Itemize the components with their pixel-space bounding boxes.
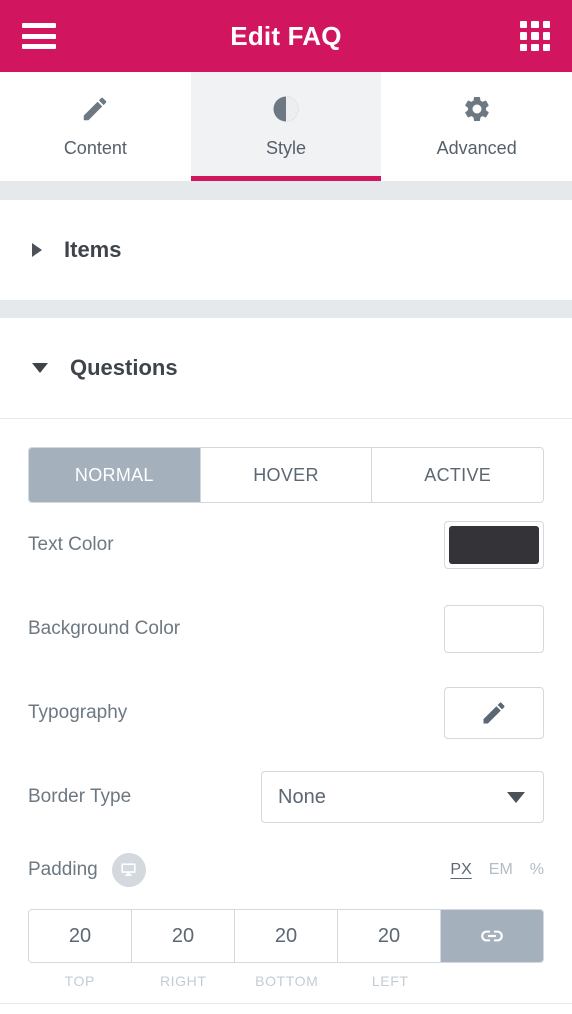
typography-edit-button[interactable] [444, 687, 544, 739]
padding-top-input[interactable] [29, 910, 131, 962]
state-tab-label: NORMAL [74, 464, 154, 485]
padding-label-spacer [442, 973, 544, 989]
state-tab-label: HOVER [253, 464, 319, 485]
tab-label: Advanced [436, 138, 517, 158]
contrast-circle-icon [271, 94, 301, 124]
section-header-questions[interactable]: Questions [0, 318, 572, 418]
unit-px[interactable]: PX [450, 861, 471, 879]
hamburger-bar [22, 23, 56, 28]
unit-em[interactable]: EM [489, 861, 513, 879]
padding-link-button[interactable] [441, 910, 543, 962]
state-toggle-group: NORMAL HOVER ACTIVE [28, 447, 544, 503]
state-tab-hover[interactable]: HOVER [200, 448, 373, 502]
grid-dot [542, 43, 550, 51]
row-typography: Typography [0, 671, 572, 755]
grid-dot [542, 21, 550, 29]
grid-dot [520, 43, 528, 51]
padding-top-cell [29, 910, 132, 962]
typography-label: Typography [28, 702, 128, 723]
padding-left-input[interactable] [338, 910, 440, 962]
grid-dot [531, 21, 539, 29]
border-type-select[interactable]: None [261, 771, 544, 823]
state-tab-label: ACTIVE [424, 464, 492, 485]
chevron-down-icon [507, 791, 525, 803]
hamburger-menu-icon[interactable] [22, 23, 56, 49]
section-strip [0, 182, 572, 200]
chevron-right-icon [32, 243, 42, 257]
section-divider [0, 418, 572, 419]
row-text-color: Text Color [0, 503, 572, 587]
section-title: Questions [70, 355, 178, 380]
desktop-monitor-icon[interactable] [111, 853, 146, 887]
padding-bottom-cell [235, 910, 338, 962]
padding-input-group [28, 909, 544, 963]
padding-right-input[interactable] [132, 910, 234, 962]
padding-bottom-input[interactable] [235, 910, 337, 962]
background-color-label: Background Color [28, 618, 181, 639]
hamburger-bar [22, 33, 56, 39]
tab-advanced[interactable]: Advanced [381, 72, 572, 181]
state-tab-normal[interactable]: NORMAL [29, 448, 201, 502]
padding-label-bottom: BOTTOM [255, 973, 319, 989]
padding-left-cell [338, 910, 441, 962]
tab-bar: Content Style Advanced [0, 72, 572, 182]
padding-label-right: RIGHT [159, 973, 207, 989]
border-type-value: None [278, 785, 326, 808]
section-header-items[interactable]: Items [0, 200, 572, 300]
gear-icon [462, 94, 492, 124]
page-title: Edit FAQ [230, 20, 342, 51]
padding-label-left: LEFT [371, 973, 409, 989]
padding-header: Padding PX EM % [0, 839, 572, 901]
text-color-swatch[interactable] [444, 521, 544, 569]
state-tab-active[interactable]: ACTIVE [372, 448, 543, 502]
grid-dot [520, 21, 528, 29]
editor-panel: Edit FAQ Content Style Advanced Items Qu… [0, 0, 572, 1014]
panel-header: Edit FAQ [0, 0, 572, 72]
padding-side-labels: TOP RIGHT BOTTOM LEFT [28, 963, 544, 989]
bottom-divider [0, 1003, 572, 1004]
text-color-value [449, 526, 539, 564]
chevron-down-icon [32, 363, 48, 373]
hamburger-bar [22, 44, 56, 49]
text-color-label: Text Color [28, 534, 114, 555]
row-background-color: Background Color [0, 587, 572, 671]
grid-apps-icon[interactable] [520, 21, 550, 51]
padding-label-top: TOP [64, 973, 95, 989]
pencil-edit-icon [483, 702, 505, 724]
link-chain-icon [481, 930, 503, 942]
grid-dot [542, 32, 550, 40]
padding-label-group: Padding [28, 853, 146, 887]
tab-label: Style [265, 138, 307, 158]
grid-dot [531, 32, 539, 40]
section-title: Items [64, 237, 122, 262]
tab-label: Content [63, 138, 127, 158]
unit-percent[interactable]: % [530, 861, 544, 879]
padding-right-cell [132, 910, 235, 962]
background-color-value [449, 610, 539, 648]
background-color-swatch[interactable] [444, 605, 544, 653]
grid-dot [520, 32, 528, 40]
row-border-type: Border Type None [0, 755, 572, 839]
unit-toggle-group: PX EM % [450, 861, 544, 879]
section-strip [0, 300, 572, 318]
tab-content[interactable]: Content [0, 72, 191, 181]
pencil-icon [80, 94, 110, 124]
tab-style[interactable]: Style [190, 72, 382, 181]
border-type-label: Border Type [28, 786, 132, 807]
grid-dot [531, 43, 539, 51]
padding-label: Padding [28, 859, 98, 880]
